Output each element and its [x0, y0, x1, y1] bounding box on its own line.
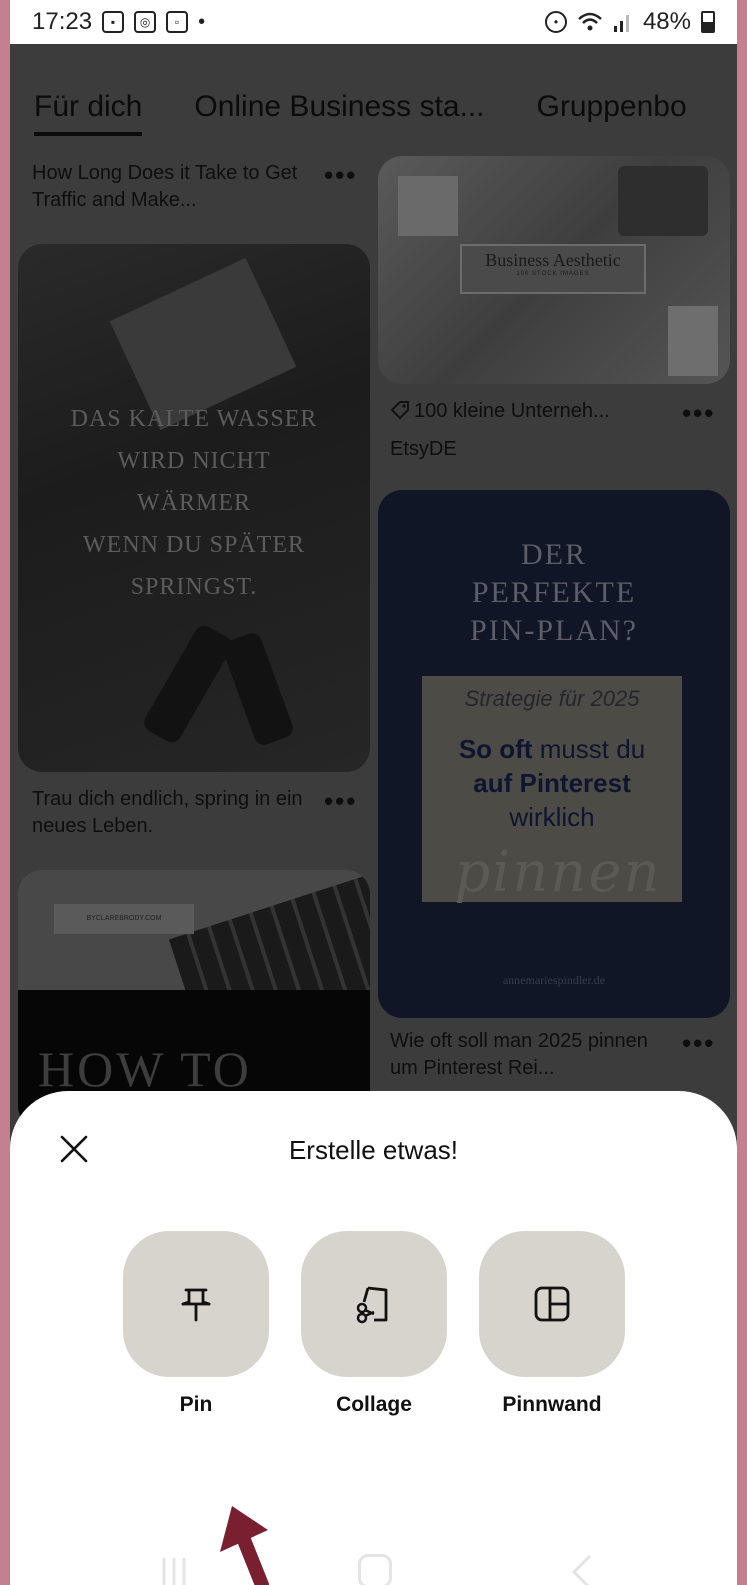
body-rest: musst du	[532, 734, 646, 764]
body-line: wirklich	[509, 802, 595, 832]
more-options-icon[interactable]: •••	[682, 1028, 715, 1059]
pin-image-business-aesthetic[interactable]: Business Aesthetic 100 STOCK IMAGES	[378, 156, 730, 384]
battery-percent: 48%	[642, 8, 691, 35]
create-collage-button[interactable]	[301, 1231, 447, 1377]
create-pin-option[interactable]: Pin	[123, 1231, 269, 1417]
annotation-arrow-icon	[220, 1506, 269, 1585]
recent-apps-icon[interactable]	[156, 1554, 192, 1585]
pin-image-quote[interactable]: DAS KALTE WASSER WIRD NICHT WÄRMER WENN …	[18, 244, 370, 772]
notification-dot: •	[198, 10, 206, 33]
create-board-button[interactable]	[479, 1231, 625, 1377]
screen-record-icon: ▫	[166, 11, 189, 33]
heading-line: PIN-PLAN?	[470, 614, 638, 647]
image-detail	[618, 166, 708, 236]
image-detail	[140, 622, 236, 746]
pin-caption[interactable]: Trau dich endlich, spring in ein neues L…	[32, 786, 322, 840]
quote-text: DAS KALTE WASSER WIRD NICHT WÄRMER WENN …	[18, 398, 370, 608]
wifi-icon	[578, 12, 602, 31]
image-title-text: Business Aesthetic	[485, 250, 621, 270]
instagram-icon: ◎	[134, 11, 157, 33]
body-bold: So oft	[458, 734, 533, 764]
quote-line: WIRD NICHT	[117, 448, 271, 474]
pin-caption[interactable]: Wie oft soll man 2025 pinnen um Pinteres…	[390, 1028, 680, 1082]
site-text: annemariespindler.de	[502, 973, 606, 987]
image-label: Business Aesthetic 100 STOCK IMAGES	[460, 244, 646, 294]
create-collage-label: Collage	[336, 1393, 412, 1416]
status-time: 17:23	[32, 8, 93, 35]
gallery-icon: ▪	[102, 11, 125, 33]
body-text: So oft musst du auf Pinterest wirklich	[422, 732, 682, 834]
create-pin-button[interactable]	[123, 1231, 269, 1377]
quote-line: WÄRMER	[137, 490, 251, 516]
pin-caption[interactable]: How Long Does it Take to Get Traffic and…	[32, 160, 312, 214]
sheet-title: Erstelle etwas!	[288, 1135, 459, 1165]
back-icon[interactable]	[570, 1552, 594, 1585]
create-options: Pin Collage Pinnwand	[123, 1231, 625, 1417]
image-detail	[220, 630, 296, 748]
pushpin-icon	[181, 1288, 211, 1322]
phone-screen: 17:23 ▪ ◎ ▫ • • 48% Für dich Online Busi…	[10, 0, 737, 1585]
script-text: pinnen	[454, 840, 662, 905]
pin-source[interactable]: EtsyDE	[390, 436, 457, 463]
more-options-icon[interactable]: •••	[682, 398, 715, 429]
heading-line: PERFEKTE	[471, 576, 637, 609]
image-detail	[398, 176, 458, 236]
image-subtitle-text: 100 STOCK IMAGES	[516, 271, 590, 277]
heading-line: DER	[521, 538, 587, 571]
body-bold: auf Pinterest	[473, 768, 631, 798]
create-board-label: Pinnwand	[502, 1393, 602, 1416]
quote-line: DAS KALTE WASSER	[70, 406, 318, 432]
pin-image-pin-plan[interactable]: DER PERFEKTE PIN-PLAN? Strategie für 202…	[378, 490, 730, 1018]
board-layout-icon	[534, 1286, 570, 1322]
image-detail	[668, 306, 718, 376]
create-collage-option[interactable]: Collage	[301, 1231, 447, 1417]
tag-icon	[390, 401, 409, 420]
create-pin-label: Pin	[179, 1393, 213, 1416]
scissors-collage-icon	[356, 1286, 388, 1324]
quote-line: WENN DU SPÄTER	[83, 532, 305, 558]
image-tag: BYCLAREBRODY.COM	[54, 904, 194, 934]
quote-line: SPRINGST.	[130, 574, 258, 600]
strategy-text: Strategie für 2025	[464, 686, 640, 711]
battery-icon	[701, 11, 715, 33]
status-bar: 17:23 ▪ ◎ ▫ • • 48%	[10, 0, 737, 44]
pin-heading: DER PERFEKTE PIN-PLAN?	[378, 536, 730, 650]
pin-caption[interactable]: 100 kleine Unterneh...	[414, 398, 694, 425]
create-board-option[interactable]: Pinnwand	[479, 1231, 625, 1417]
more-options-icon[interactable]: •••	[324, 786, 357, 817]
signal-icon	[613, 15, 629, 32]
create-bottom-sheet: Erstelle etwas! Pin Collage Pinnwand	[10, 1091, 737, 1585]
system-nav-bar	[10, 1540, 737, 1585]
more-options-icon[interactable]: •••	[324, 160, 357, 191]
image-heading: HOW TO	[38, 1041, 252, 1097]
home-icon[interactable]	[358, 1554, 392, 1585]
data-saver-icon: •	[544, 11, 567, 33]
